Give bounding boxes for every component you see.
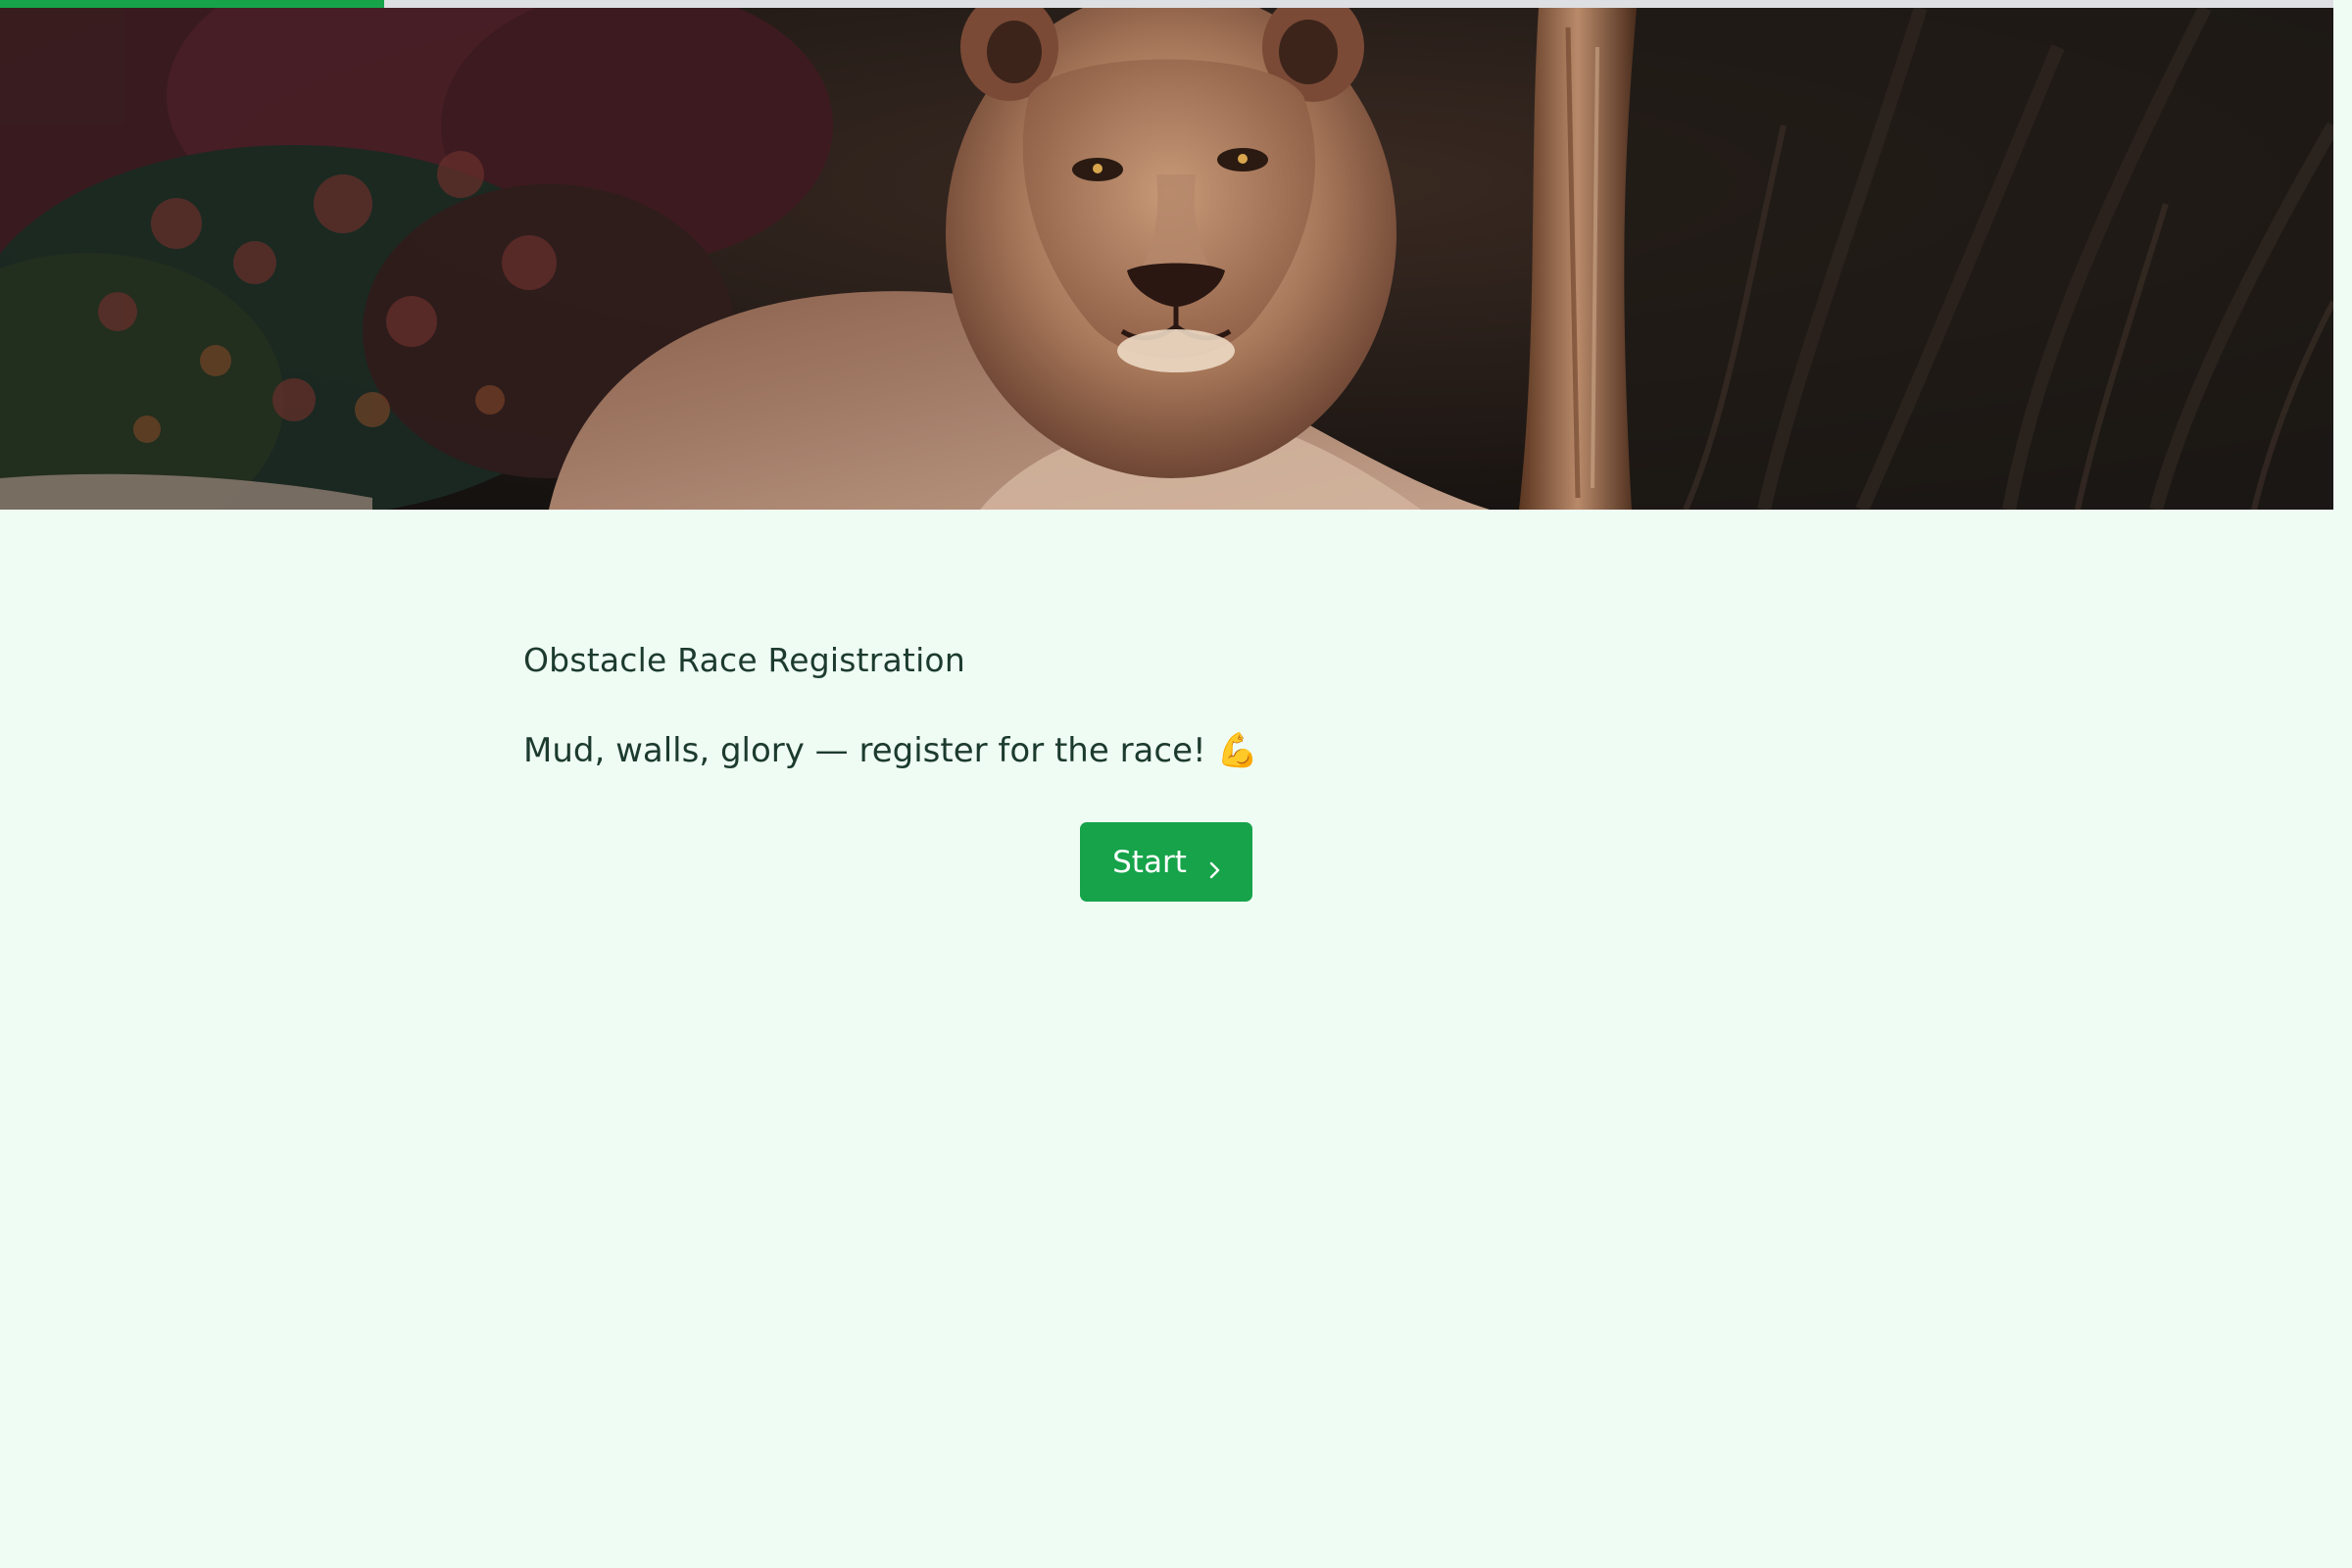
page-subtitle: Mud, walls, glory — register for the rac… xyxy=(523,730,1258,770)
chevron-right-icon xyxy=(1204,853,1224,878)
right-gutter xyxy=(2333,0,2352,510)
start-button-label: Start xyxy=(1112,844,1187,880)
progress-bar xyxy=(0,0,2333,8)
form-content: Obstacle Race Registration Mud, walls, g… xyxy=(523,608,1829,770)
page-title: Obstacle Race Registration xyxy=(523,641,965,679)
progress-bar-fill xyxy=(0,0,385,8)
hero-image xyxy=(0,8,2333,510)
start-button[interactable]: Start xyxy=(1080,822,1252,902)
